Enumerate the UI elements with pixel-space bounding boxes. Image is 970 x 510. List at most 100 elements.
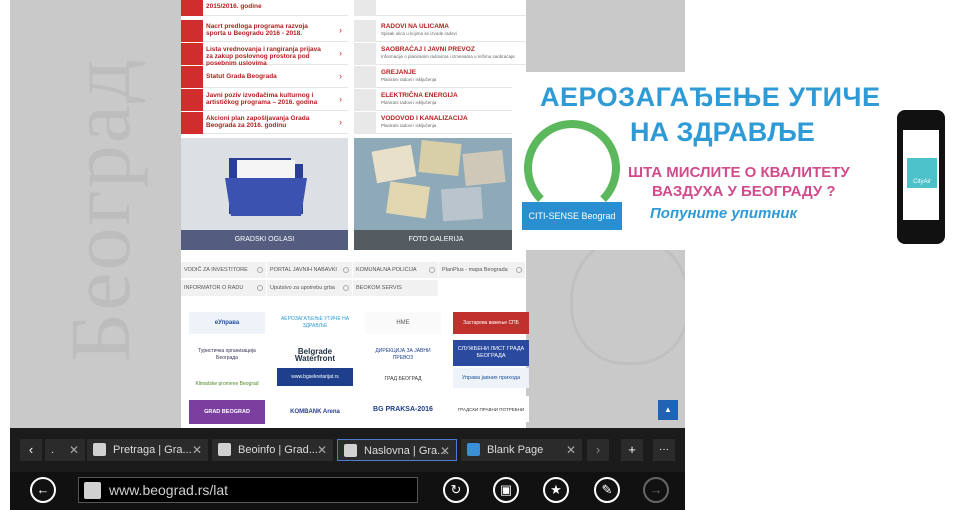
logo-direkcija-javni-prevoz[interactable]: ДИРЕКЦИЈА ЗА ЈАВНИ ПРЕВОЗ — [365, 342, 441, 368]
quick-link-label: PORTAL JAVNIH NABAVKI — [270, 267, 337, 273]
citi-sense-logo: CITI-SENSE Beograd — [522, 202, 622, 230]
quick-link[interactable]: VODIČ ZA INVESTITORE — [181, 262, 267, 278]
favorites-button[interactable]: ★ — [543, 477, 569, 503]
news-link-marker — [181, 20, 203, 42]
info-row-subtitle: Spisak ulica u kojima se izvode radovi — [381, 31, 457, 36]
logo-sluzbeni-list[interactable]: СЛУЖБЕНИ ЛИСТ ГРАДА БЕОГРАДА — [453, 340, 529, 366]
info-row-title: ELEKTRIČNA ENERGIJA — [381, 92, 458, 99]
bus-icon — [354, 43, 376, 65]
chevron-right-icon: › — [339, 117, 342, 127]
ad-call-to-action: Попуните упитник — [650, 205, 798, 222]
close-icon[interactable]: ✕ — [192, 439, 202, 461]
info-row[interactable] — [354, 0, 526, 16]
news-link[interactable]: 2015/2016. godine — [181, 0, 348, 16]
news-link-label: 2015/2016. godine — [206, 3, 262, 10]
logo-belgrade-waterfront[interactable]: Belgrade Waterfront — [277, 342, 353, 368]
logo-sekretarijat[interactable]: www.bgsekretarijat.rs — [277, 368, 353, 386]
info-row[interactable]: VODOVOD I KANALIZACIJA Planirani radovi … — [354, 112, 526, 134]
refresh-button[interactable]: ↻ — [443, 477, 469, 503]
logo-bg-praksa[interactable]: BG PRAKSA-2016 — [365, 398, 441, 420]
new-tab-button[interactable]: + — [621, 439, 643, 461]
logo-klimatske-promene[interactable]: Klimatske promene Beograd — [189, 372, 265, 396]
circle-icon — [516, 267, 522, 273]
forward-button[interactable]: → — [643, 477, 669, 503]
tile-gradski-oglasi[interactable]: GRADSKI OGLASI — [181, 138, 348, 250]
news-link-label: Statut Grada Beograda — [206, 73, 277, 80]
folder-icon — [225, 158, 307, 216]
close-icon[interactable]: ✕ — [566, 439, 576, 461]
logo-grad-beograd-komisija[interactable]: ГРАД БЕОГРАД — [365, 368, 441, 390]
ad-question-2: ВАЗДУХА У БЕОГРАДУ ? — [652, 183, 836, 200]
quick-link[interactable]: PlanPlus - mapa Beograda — [439, 262, 526, 278]
logo-euprava[interactable]: еУправа — [189, 312, 265, 334]
logo-hme[interactable]: HME — [365, 312, 441, 334]
logo-gradski-pravni[interactable]: ГРАДСКИ ПРАВНИ ПОТРЕБНИ — [453, 396, 529, 422]
roadwork-icon — [354, 20, 376, 42]
news-link-label: Lista vrednovanja i rangiranja prijava z… — [206, 46, 321, 67]
tab-label: Pretraga | Gra... — [113, 444, 192, 456]
tab-label: Beoinfo | Grad... — [238, 444, 318, 456]
tab-label: . — [51, 444, 55, 456]
news-link[interactable]: Statut Grada Beograda › — [181, 66, 348, 88]
logo-aerozagadjenje[interactable]: АЕРОЗАГАЂЕЊЕ УТИЧЕ НА ЗДРАВЉЕ — [277, 310, 353, 336]
tab[interactable]: . ✕ — [45, 439, 85, 461]
page-tools-button[interactable]: ✎ — [594, 477, 620, 503]
close-icon[interactable]: ✕ — [69, 439, 79, 461]
info-row-subtitle: Planirani radovi i isključenja — [381, 77, 437, 82]
chevron-right-icon: › — [339, 48, 342, 58]
quick-link-label: INFORMATOR O RADU — [184, 285, 244, 291]
info-row-subtitle: Planirani radovi i isključenja — [381, 123, 437, 128]
close-icon[interactable]: ✕ — [317, 439, 327, 461]
logo-grad-beograd[interactable]: GRAD BEOGRAD — [189, 400, 265, 424]
news-link[interactable]: Akcioni plan zapošljavanja Grada Beograd… — [181, 112, 348, 134]
tab[interactable]: Beoinfo | Grad... ✕ — [212, 439, 333, 461]
logo-kombank-arena[interactable]: KOMBANK Arena — [277, 400, 353, 424]
quick-link[interactable]: Uputstvo za upotrebu grba — [267, 280, 353, 296]
info-row[interactable]: SAOBRAĆAJ I JAVNI PREVOZ Informacije o p… — [354, 43, 526, 65]
ad-question-1: ШТА МИСЛИТЕ О КВАЛИТЕТУ — [628, 164, 850, 181]
quick-link[interactable]: KOMUNALNA POLICIJA — [353, 262, 439, 278]
scroll-top-button[interactable]: ▲ — [658, 400, 678, 420]
url-text: www.beograd.rs/lat — [109, 482, 229, 498]
logo-uprava-javnih-prihoda[interactable]: Управа јавних прихода — [453, 368, 529, 388]
crest-watermark — [570, 235, 685, 365]
news-link[interactable]: Nacrt predloga programa razvoja sporta u… — [181, 20, 348, 42]
watermark-text: Београд — [52, 57, 148, 363]
circle-icon — [257, 285, 263, 291]
news-link[interactable]: Lista vrednovanja i rangiranja prijava z… — [181, 43, 348, 67]
quick-link[interactable]: INFORMATOR O RADU — [181, 280, 267, 296]
news-link-label: Akcioni plan zapošljavanja Grada Beograd… — [206, 115, 310, 129]
url-field[interactable]: www.beograd.rs/lat — [78, 477, 418, 503]
tabs-view-button[interactable]: ▣ — [493, 477, 519, 503]
beograd-favicon-icon — [93, 443, 106, 456]
news-link-marker — [181, 66, 203, 88]
cityair-app-icon: CityAir — [907, 158, 937, 188]
air-pollution-ad[interactable]: CITI-SENSE Beograd АЕРОЗАГАЂЕЊЕ УТИЧЕ НА… — [512, 72, 967, 250]
quick-link[interactable]: BEOKOM SERVIS — [353, 280, 439, 296]
info-row[interactable]: GREJANJE Planirani radovi i isključenja — [354, 66, 526, 88]
tab-options-button[interactable]: ··· — [653, 439, 675, 461]
info-icon — [354, 0, 376, 16]
back-button[interactable]: ← — [30, 477, 56, 503]
quick-link[interactable]: PORTAL JAVNIH NABAVKI — [267, 262, 353, 278]
quick-link-label: BEOKOM SERVIS — [356, 285, 402, 291]
internet-explorer-icon — [467, 443, 480, 456]
tab-scroll-right-button[interactable]: › — [587, 439, 609, 461]
info-row[interactable]: RADOVI NA ULICAMA Spisak ulica u kojima … — [354, 20, 526, 42]
tile-foto-galerija[interactable]: FOTO GALERIJA — [354, 138, 518, 250]
tab-label: Naslovna | Gra... — [364, 445, 447, 457]
news-link[interactable]: Javni poziv izvođačima kulturnog i artis… — [181, 89, 348, 111]
quick-link-label: Uputstvo za upotrebu grba — [270, 285, 335, 291]
close-icon[interactable]: ✕ — [440, 440, 450, 462]
info-row[interactable]: ELEKTRIČNA ENERGIJA Planirani radovi i i… — [354, 89, 526, 111]
tab[interactable]: Pretraga | Gra... ✕ — [87, 439, 208, 461]
tab[interactable]: Blank Page ✕ — [461, 439, 582, 461]
logo-spb[interactable]: Застарева важење СПБ — [453, 312, 529, 334]
tab-scroll-left-button[interactable]: ‹ — [20, 439, 42, 461]
tab-active[interactable]: Naslovna | Gra... ✕ — [337, 439, 457, 461]
electricity-icon — [354, 89, 376, 111]
chevron-right-icon: › — [339, 25, 342, 35]
info-row-subtitle: Informacije o planiranim radovima i izme… — [381, 54, 515, 59]
tab-bar: ‹ . ✕ Pretraga | Gra... ✕ Beoinfo | Grad… — [10, 428, 685, 472]
logo-turisticka-organizacija[interactable]: Туристичка организација Београда — [189, 342, 265, 368]
